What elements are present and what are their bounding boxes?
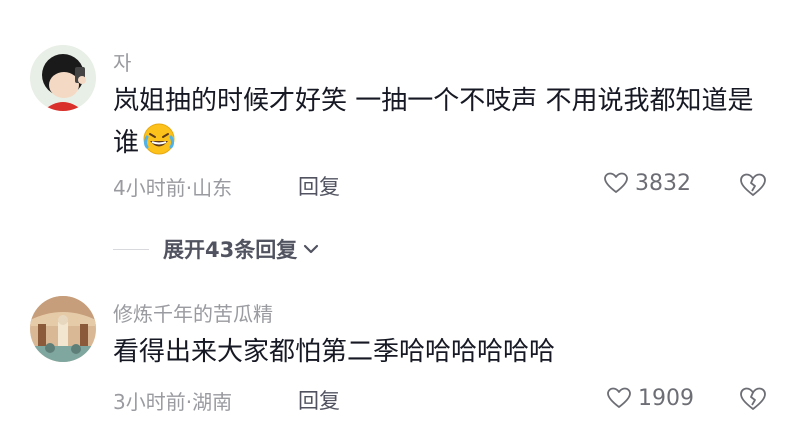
reply-button[interactable]: 回复 bbox=[298, 385, 340, 415]
avatar[interactable] bbox=[30, 296, 96, 362]
username[interactable]: 修炼千年的苦瓜精 bbox=[113, 298, 273, 327]
comment-item: 修炼千年的苦瓜精 看得出来大家都怕第二季哈哈哈哈哈哈 3小时前·湖南 回复 19… bbox=[0, 0, 800, 445]
heart-icon bbox=[607, 387, 631, 408]
comment-meta: 3小时前·湖南 bbox=[113, 390, 233, 414]
broken-heart-icon bbox=[740, 387, 766, 410]
comment-text: 看得出来大家都怕第二季哈哈哈哈哈哈 bbox=[113, 337, 556, 367]
dislike-button[interactable] bbox=[738, 384, 768, 414]
like-count: 1909 bbox=[638, 385, 694, 411]
like-button[interactable]: 1909 bbox=[606, 385, 694, 411]
